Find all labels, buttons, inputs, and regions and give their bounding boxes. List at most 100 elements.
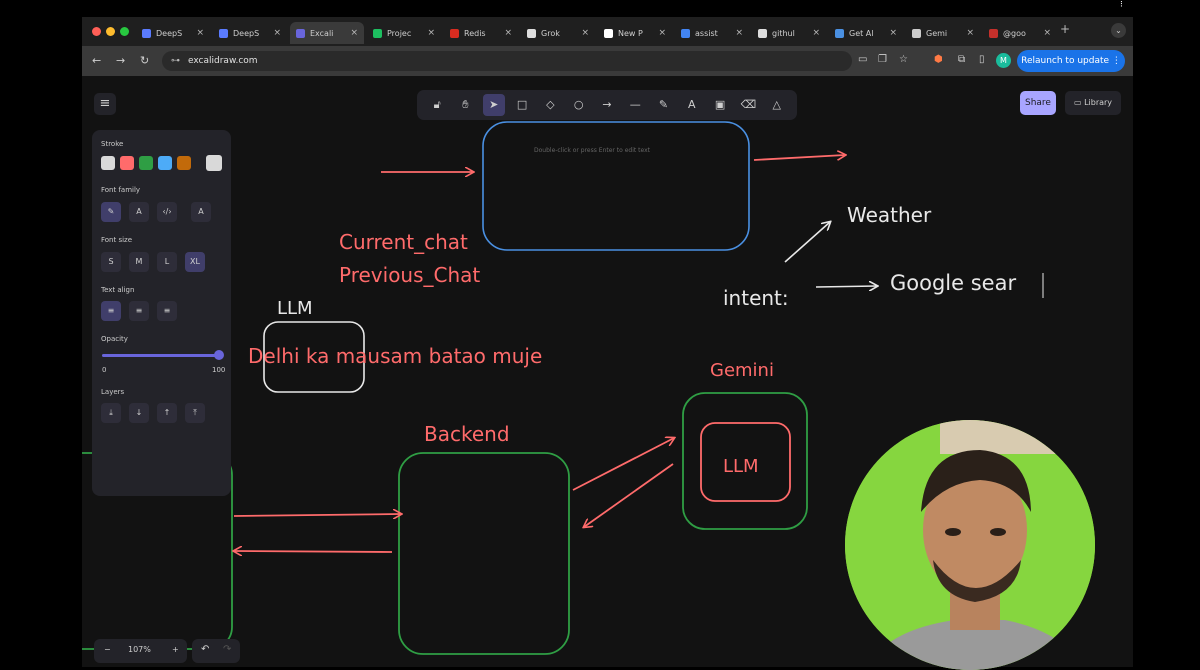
opacity-slider-handle[interactable] <box>214 350 224 360</box>
extensions-icon[interactable]: ⧉ <box>958 54 965 65</box>
stroke-color-swatch[interactable] <box>139 156 153 170</box>
redo-icon[interactable]: ↷ <box>223 644 231 655</box>
main-menu-button[interactable]: ≡ <box>94 93 116 115</box>
tab-close-icon[interactable]: × <box>1043 28 1051 38</box>
browser-tab[interactable]: Projec × <box>367 22 441 44</box>
stroke-color-swatch[interactable] <box>177 156 191 170</box>
user-query-text[interactable]: Delhi ka mausam batao muje <box>248 344 542 368</box>
minimize-window-icon[interactable] <box>106 27 115 36</box>
font-size-option[interactable]: S <box>101 252 121 272</box>
browser-tab[interactable]: Get Al × <box>829 22 903 44</box>
tab-close-icon[interactable]: × <box>735 28 743 38</box>
google-search-label[interactable]: Google sear <box>890 271 1016 295</box>
bring-to-front-icon[interactable]: ⤒ <box>185 403 205 423</box>
tab-close-icon[interactable]: × <box>504 28 512 38</box>
arrow-backend-to-frontend[interactable] <box>234 551 393 552</box>
library-button[interactable]: ▭ Library <box>1065 91 1121 115</box>
context-box[interactable] <box>482 121 750 251</box>
site-info-icon[interactable]: ⊶ <box>171 51 180 71</box>
extension-brave-icon[interactable]: ⬢ <box>934 54 943 65</box>
zoom-in-icon[interactable]: + <box>172 645 179 654</box>
undo-icon[interactable]: ↶ <box>201 644 209 655</box>
tab-close-icon[interactable]: × <box>658 28 666 38</box>
tab-close-icon[interactable]: × <box>273 28 281 38</box>
gemini-label[interactable]: Gemini <box>710 360 774 381</box>
eraser-tool-icon[interactable]: ⌫ <box>737 94 759 116</box>
tab-close-icon[interactable]: × <box>196 28 204 38</box>
tab-close-icon[interactable]: × <box>889 28 897 38</box>
arrow-gemini-to-backend[interactable] <box>584 463 674 527</box>
browser-tab[interactable]: Grok × <box>521 22 595 44</box>
intent-label[interactable]: intent: <box>723 286 789 310</box>
bookmark-star-icon[interactable]: ☆ <box>899 54 908 65</box>
align-center-icon[interactable]: ≡ <box>129 301 149 321</box>
arrow-backend-to-gemini[interactable] <box>572 438 674 491</box>
browser-tab[interactable]: Gemi × <box>906 22 980 44</box>
pencil-tool-icon[interactable]: ✎ <box>653 94 675 116</box>
share-button[interactable]: Share <box>1020 91 1056 115</box>
stroke-color-swatch[interactable] <box>158 156 172 170</box>
maximize-window-icon[interactable] <box>120 27 129 36</box>
font-hand-drawn-icon[interactable]: ✎ <box>101 202 121 222</box>
forward-icon[interactable]: → <box>116 54 125 67</box>
font-size-option[interactable]: XL <box>185 252 205 272</box>
close-window-icon[interactable] <box>92 27 101 36</box>
url-input[interactable]: ⊶ excalidraw.com <box>162 51 852 71</box>
arrow-frontend-to-backend[interactable] <box>233 514 401 516</box>
back-icon[interactable]: ← <box>92 54 101 67</box>
tab-close-icon[interactable]: × <box>581 28 589 38</box>
align-right-icon[interactable]: ≡ <box>157 301 177 321</box>
browser-tab[interactable]: Redis × <box>444 22 518 44</box>
font-size-option[interactable]: M <box>129 252 149 272</box>
page-icon[interactable]: ❐ <box>878 54 887 65</box>
browser-tab[interactable]: Excali × <box>290 22 364 44</box>
line-tool-icon[interactable]: — <box>624 94 646 116</box>
sidebar-icon[interactable]: ▯ <box>979 54 985 65</box>
more-tools-icon[interactable]: △ <box>766 94 788 116</box>
send-backward-icon[interactable]: ↓ <box>129 403 149 423</box>
current-stroke-color[interactable] <box>206 155 222 171</box>
profile-avatar[interactable]: M <box>996 53 1011 68</box>
previous-chat-label[interactable]: Previous_Chat <box>339 263 480 287</box>
text-tool-icon[interactable]: A <box>681 94 703 116</box>
browser-tab[interactable]: New P × <box>598 22 672 44</box>
opacity-slider[interactable] <box>102 354 218 357</box>
zoom-level[interactable]: 107% <box>128 645 151 654</box>
arrow-to-google[interactable] <box>815 286 877 287</box>
selection-tool-icon[interactable]: ➤ <box>482 94 505 116</box>
hand-tool-icon[interactable]: ✋︎ <box>454 94 476 116</box>
browser-tab[interactable]: assist × <box>675 22 749 44</box>
tab-close-icon[interactable]: × <box>812 28 820 38</box>
tab-close-icon[interactable]: × <box>966 28 974 38</box>
stroke-color-swatch[interactable] <box>120 156 134 170</box>
zoom-out-icon[interactable]: − <box>104 645 111 654</box>
ellipse-tool-icon[interactable]: ○ <box>568 94 590 116</box>
arrow-tool-icon[interactable]: → <box>596 94 618 116</box>
browser-tab[interactable]: DeepS × <box>213 22 287 44</box>
font-normal-icon[interactable]: A <box>129 202 149 222</box>
current-chat-label[interactable]: Current_chat <box>339 230 468 254</box>
reload-icon[interactable]: ↻ <box>140 54 149 67</box>
stroke-color-swatch[interactable] <box>101 156 115 170</box>
browser-tab[interactable]: githul × <box>752 22 826 44</box>
font-more-icon[interactable]: A <box>191 202 211 222</box>
font-code-icon[interactable]: ‹/› <box>157 202 177 222</box>
weather-label[interactable]: Weather <box>847 203 932 227</box>
diamond-tool-icon[interactable]: ◇ <box>539 94 561 116</box>
align-left-icon[interactable]: ≡ <box>101 301 121 321</box>
lock-tool-icon[interactable]: 🔓︎ <box>426 94 448 116</box>
tab-close-icon[interactable]: × <box>427 28 435 38</box>
tab-close-icon[interactable]: × <box>350 28 358 38</box>
llm-top-label[interactable]: LLM <box>277 298 313 319</box>
arrow-out-context[interactable] <box>753 155 845 161</box>
arrow-to-weather[interactable] <box>784 222 830 263</box>
cast-icon[interactable]: ▭ <box>858 54 867 65</box>
tab-search-icon[interactable]: ⌄ <box>1111 23 1126 38</box>
backend-label[interactable]: Backend <box>424 422 510 446</box>
font-size-option[interactable]: L <box>157 252 177 272</box>
browser-tab[interactable]: @goo × <box>983 22 1057 44</box>
backend-box[interactable] <box>398 452 570 655</box>
browser-tab[interactable]: DeepS × <box>136 22 210 44</box>
new-tab-icon[interactable]: + <box>1060 22 1070 36</box>
gemini-llm-label[interactable]: LLM <box>723 456 759 477</box>
